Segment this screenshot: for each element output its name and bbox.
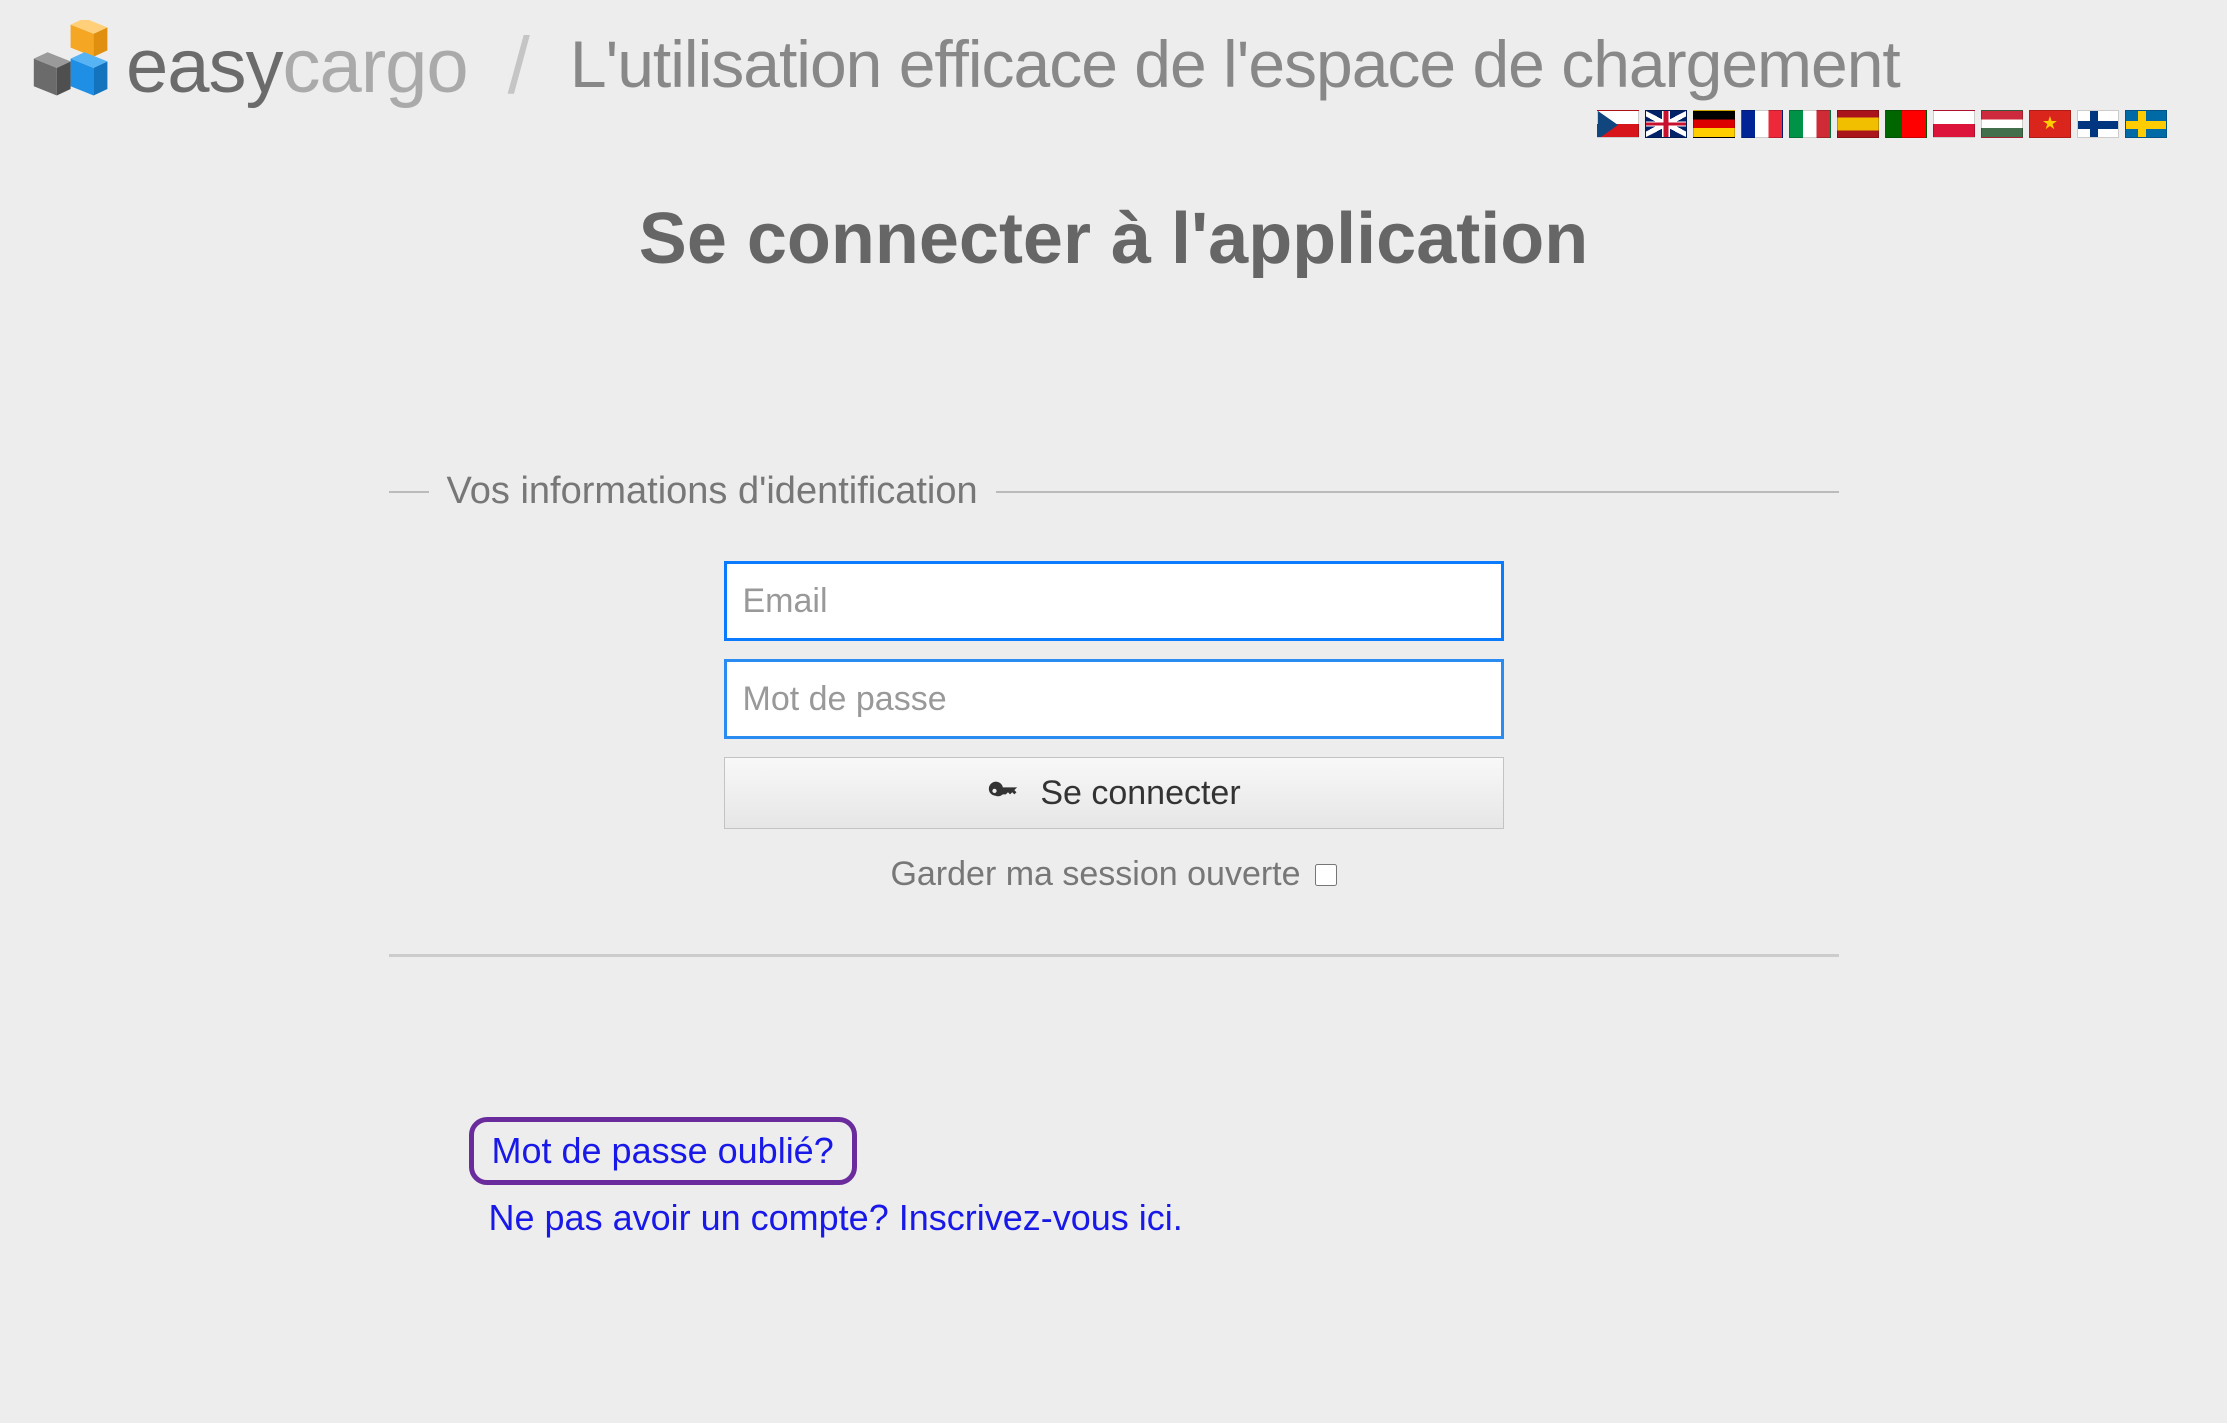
remember-session[interactable]: Garder ma session ouverte	[724, 855, 1504, 894]
page-title: Se connecter à l'application	[0, 198, 2227, 280]
flag-hu-icon[interactable]	[1981, 110, 2023, 138]
remember-checkbox[interactable]	[1315, 864, 1337, 886]
remember-label: Garder ma session ouverte	[890, 855, 1300, 894]
flag-it-icon[interactable]	[1789, 110, 1831, 138]
logo-text: easycargo	[126, 23, 468, 110]
cube-logo-icon	[20, 20, 112, 112]
flag-cz-icon[interactable]	[1597, 110, 1639, 138]
header: easycargo / L'utilisation efficace de l'…	[0, 0, 2227, 138]
form-fields: Se connecter Garder ma session ouverte	[724, 561, 1504, 894]
login-form: Vos informations d'identification Se con…	[389, 470, 1839, 1239]
main: Se connecter à l'application Vos informa…	[0, 198, 2227, 1239]
key-icon	[986, 776, 1020, 810]
horizontal-separator	[389, 954, 1839, 957]
header-right: L'utilisation efficace de l'espace de ch…	[570, 20, 2207, 138]
logo-text-secondary: cargo	[283, 24, 468, 109]
password-field[interactable]	[724, 659, 1504, 739]
flag-uk-icon[interactable]	[1645, 110, 1687, 138]
flag-se-icon[interactable]	[2125, 110, 2167, 138]
language-flags	[570, 110, 2207, 138]
form-legend: Vos informations d'identification	[389, 470, 1839, 513]
signup-link[interactable]: Ne pas avoir un compte? Inscrivez-vous i…	[469, 1197, 1839, 1239]
separator-slash: /	[498, 20, 540, 112]
logo-text-primary: easy	[126, 24, 283, 109]
flag-pl-icon[interactable]	[1933, 110, 1975, 138]
email-field[interactable]	[724, 561, 1504, 641]
tagline: L'utilisation efficace de l'espace de ch…	[570, 26, 2207, 102]
flag-fr-icon[interactable]	[1741, 110, 1783, 138]
logo[interactable]: easycargo	[20, 20, 468, 112]
auth-links: Mot de passe oublié? Ne pas avoir un com…	[389, 1117, 1839, 1239]
login-button-label: Se connecter	[1040, 774, 1240, 813]
flag-fi-icon[interactable]	[2077, 110, 2119, 138]
flag-de-icon[interactable]	[1693, 110, 1735, 138]
login-button[interactable]: Se connecter	[724, 757, 1504, 829]
legend-line-left	[389, 491, 429, 493]
flag-vn-icon[interactable]	[2029, 110, 2071, 138]
flag-pt-icon[interactable]	[1885, 110, 1927, 138]
legend-line-right	[996, 491, 1839, 493]
flag-es-icon[interactable]	[1837, 110, 1879, 138]
forgot-password-link[interactable]: Mot de passe oublié?	[469, 1117, 857, 1185]
legend-text: Vos informations d'identification	[447, 470, 978, 513]
